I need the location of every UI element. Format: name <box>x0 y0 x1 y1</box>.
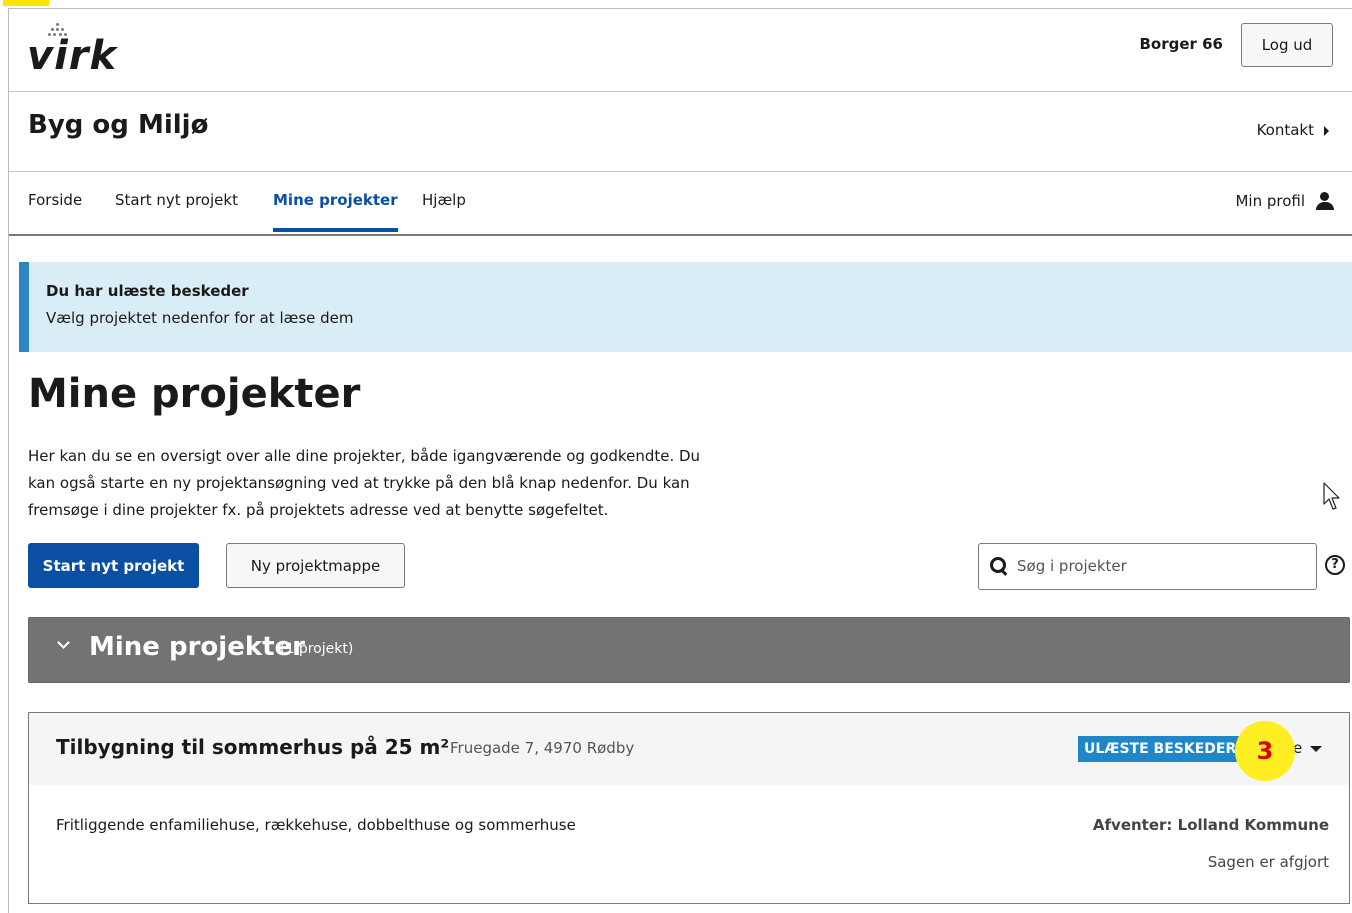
unread-messages-alert: Du har ulæste beskeder Vælg projektet ne… <box>19 262 1352 352</box>
profile-link[interactable]: Min profil <box>1235 191 1335 211</box>
project-result-status: Sagen er afgjort <box>1207 853 1329 871</box>
person-icon <box>1315 191 1335 211</box>
alert-text: Vælg projektet nedenfor for at læse dem <box>46 309 354 327</box>
user-name: Borger 66 <box>1139 35 1223 53</box>
new-project-folder-button[interactable]: Ny projektmappe <box>226 543 405 588</box>
search-input[interactable] <box>1015 556 1309 576</box>
nav-item-start-nyt-projekt[interactable]: Start nyt projekt <box>115 191 238 232</box>
help-icon[interactable]: ? <box>1325 555 1345 575</box>
project-description: Fritliggende enfamiliehuse, rækkehuse, d… <box>56 816 576 834</box>
nav-item-hjaelp[interactable]: Hjælp <box>422 191 466 232</box>
page-title: Mine projekter <box>28 371 361 417</box>
profile-label: Min profil <box>1235 192 1305 210</box>
start-new-project-button[interactable]: Start nyt projekt <box>28 543 199 588</box>
intro-line: kan også starte en ny projektansøgning v… <box>28 474 690 492</box>
alert-title: Du har ulæste beskeder <box>46 282 249 300</box>
group-title: Mine projekter <box>89 632 305 662</box>
intro-line: Her kan du se en oversigt over alle dine… <box>28 447 701 465</box>
mouse-cursor-icon <box>1323 482 1340 510</box>
project-card-header[interactable]: Tilbygning til sommerhus på 25 m² Fruega… <box>29 713 1349 785</box>
group-count: (1 projekt) <box>280 641 354 657</box>
logo-text: virk <box>27 33 118 79</box>
contact-label: Kontakt <box>1256 121 1314 139</box>
search-icon <box>990 557 1008 576</box>
caret-right-icon <box>1324 125 1329 136</box>
unread-messages-badge: ULÆSTE BESKEDER <box>1078 736 1243 762</box>
intro-line: fremsøge i dine projekter fx. på projekt… <box>28 501 609 519</box>
main-navigation: Forside Start nyt projekt Mine projekter… <box>9 172 1352 236</box>
browser-viewport: virk Borger 66 Log ud Byg og Miljø Konta… <box>8 8 1352 913</box>
site-header: virk Borger 66 Log ud <box>9 9 1352 92</box>
contact-link[interactable]: Kontakt <box>1257 121 1329 139</box>
project-title[interactable]: Tilbygning til sommerhus på 25 m² <box>56 735 449 759</box>
site-title[interactable]: Byg og Miljø <box>28 110 208 140</box>
caret-down-icon[interactable] <box>1310 746 1322 752</box>
site-title-bar: Byg og Miljø Kontakt <box>9 92 1352 172</box>
yellow-highlight-mark <box>3 0 49 6</box>
project-address: Fruegade 7, 4970 Rødby <box>450 739 635 757</box>
intro-text: Her kan du se en oversigt over alle dine… <box>28 443 768 524</box>
nav-item-forside[interactable]: Forside <box>28 191 82 232</box>
project-group-header[interactable]: Mine projekter (1 projekt) <box>28 617 1350 683</box>
chevron-down-icon <box>57 636 69 648</box>
project-card[interactable]: Tilbygning til sommerhus på 25 m² Fruega… <box>28 712 1350 904</box>
project-waiting-status: Afventer: Lolland Kommune <box>1092 816 1329 834</box>
logout-button[interactable]: Log ud <box>1241 23 1333 67</box>
project-search-box <box>978 543 1317 590</box>
nav-item-mine-projekter[interactable]: Mine projekter <box>273 191 398 232</box>
annotation-marker: 3 <box>1235 721 1295 781</box>
